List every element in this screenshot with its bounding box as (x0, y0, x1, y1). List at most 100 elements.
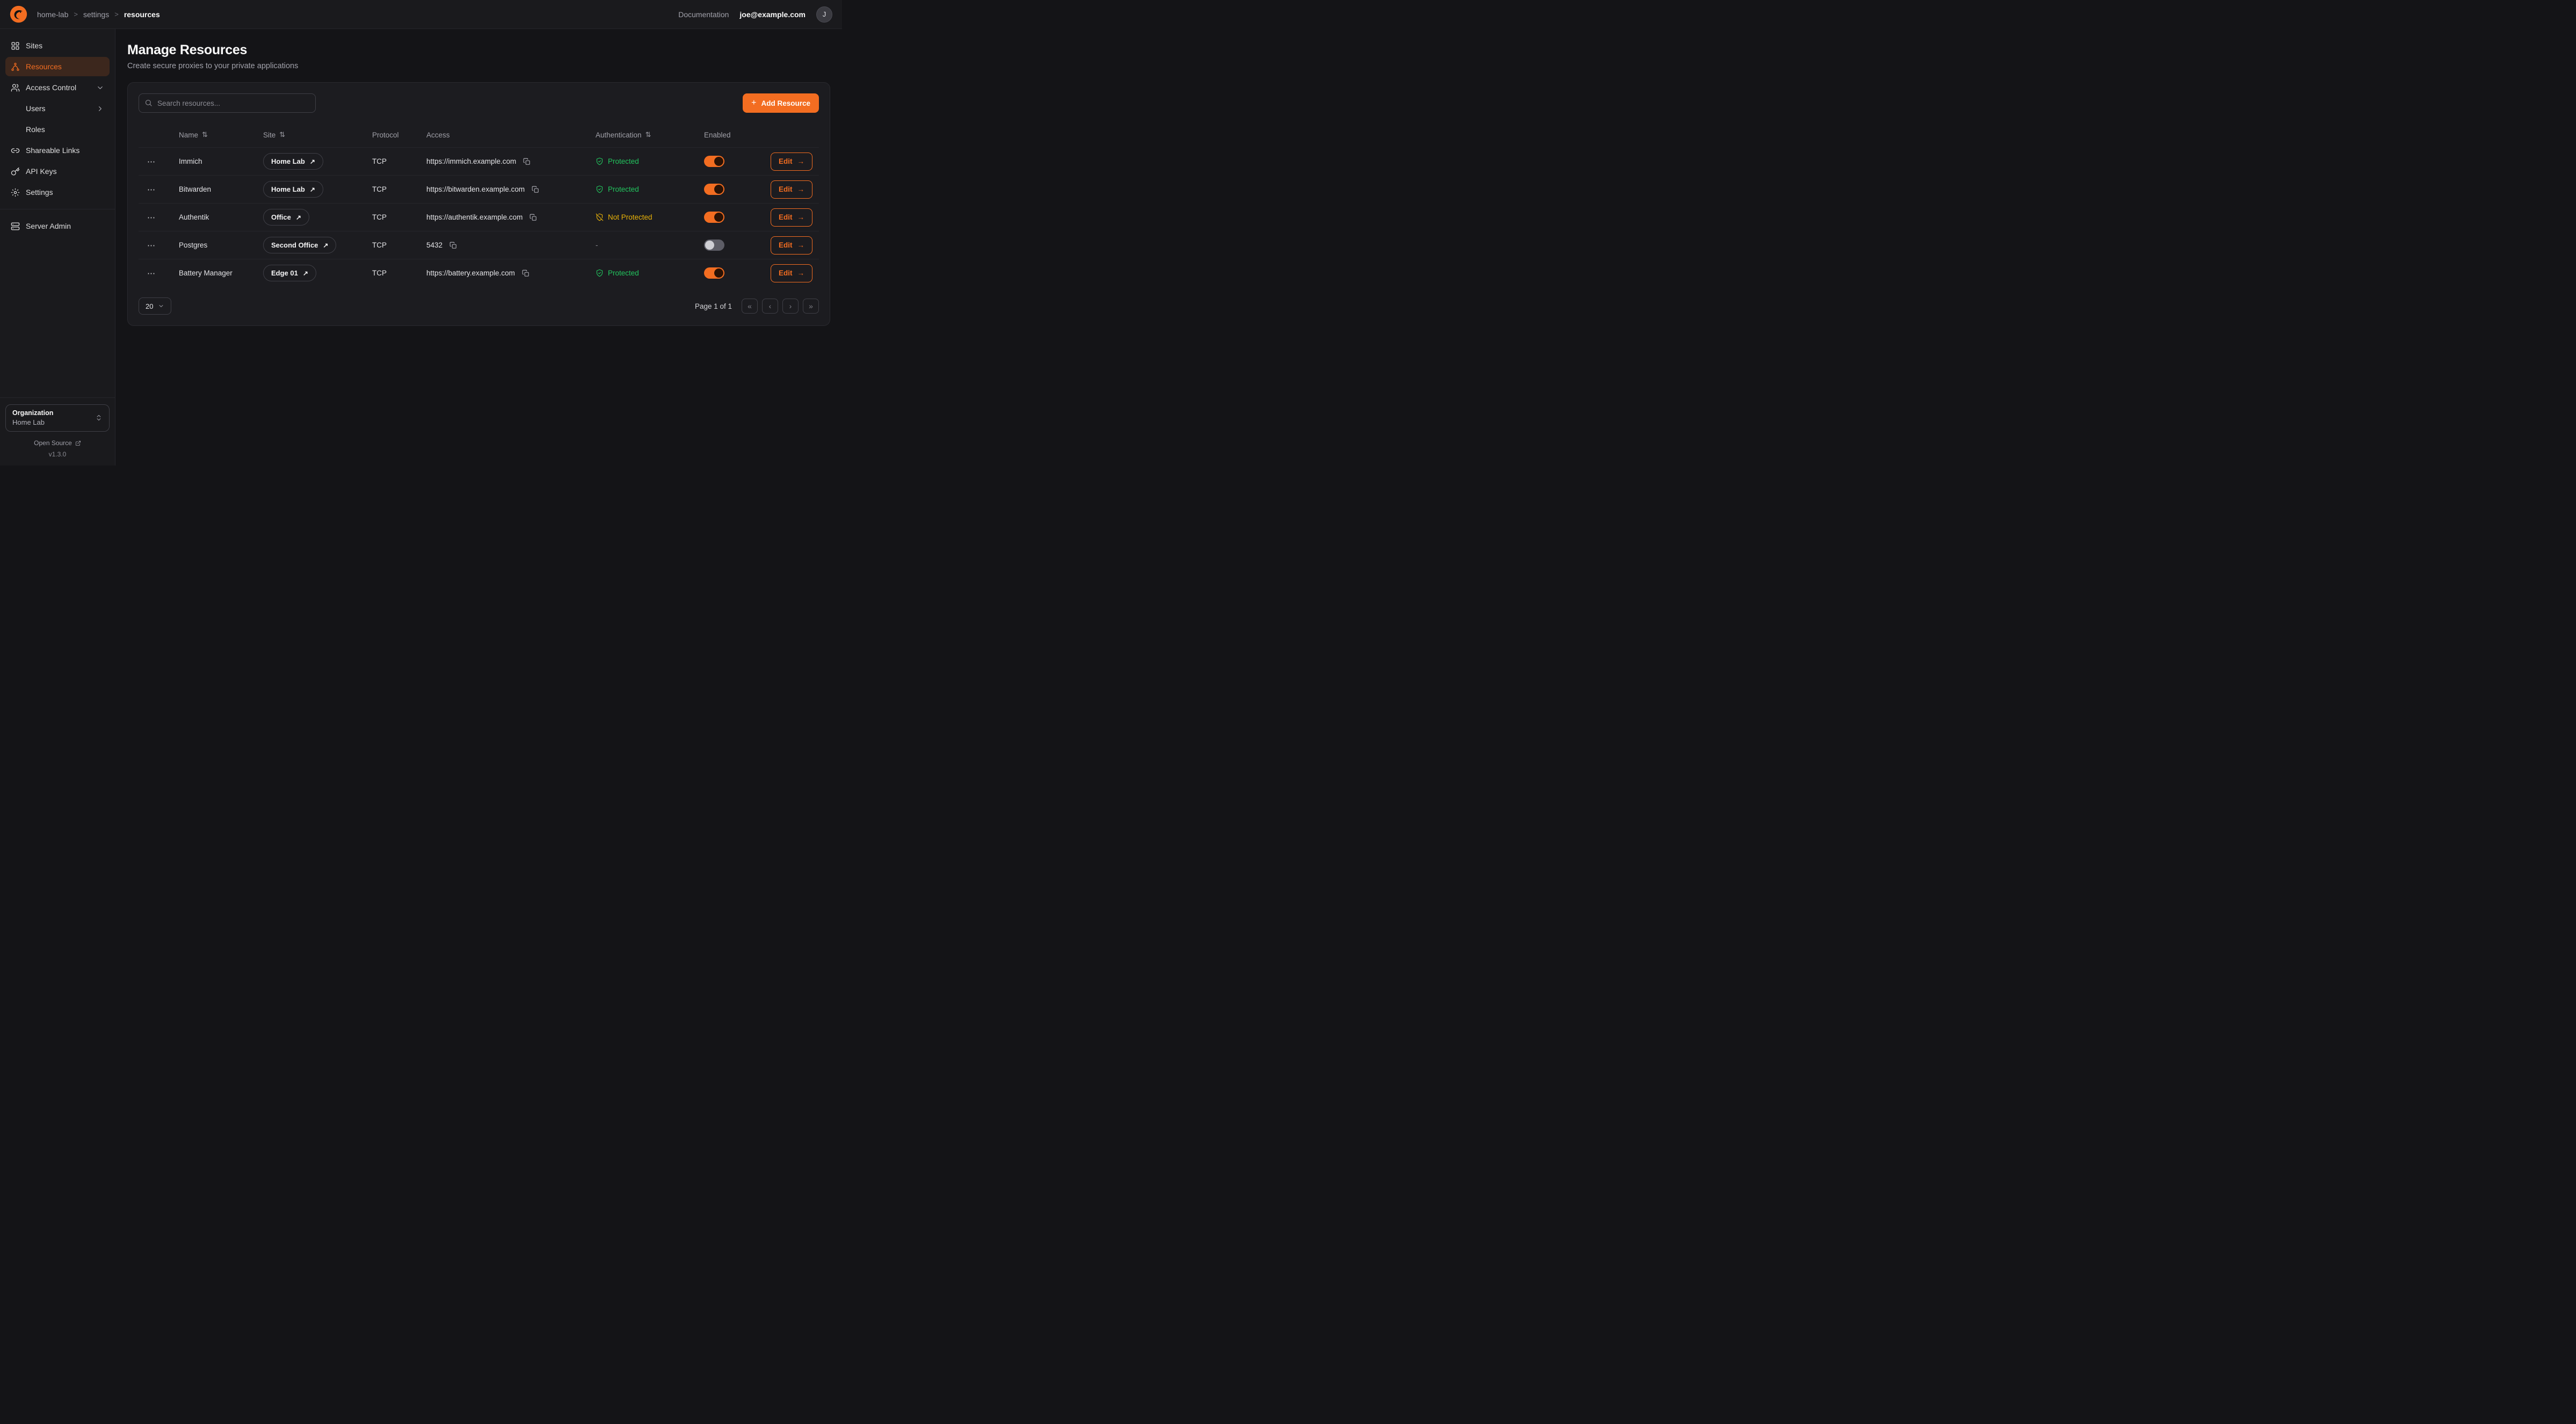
site-link[interactable]: Office↗ (263, 209, 309, 226)
edit-button[interactable]: Edit→ (771, 152, 812, 171)
page-title: Manage Resources (127, 42, 830, 58)
organization-name: Home Lab (12, 418, 53, 427)
sidebar-item-label: Access Control (26, 83, 76, 92)
documentation-link[interactable]: Documentation (678, 10, 729, 19)
breadcrumb: home-lab > settings > resources (37, 10, 160, 19)
row-menu-button[interactable]: ⋯ (139, 266, 160, 280)
table-row: ⋯ Immich Home Lab↗ TCP https://immich.ex… (139, 147, 819, 175)
app-logo[interactable] (10, 5, 27, 23)
previous-page-button[interactable]: ‹ (762, 299, 778, 314)
sort-icon: ⇅ (279, 130, 285, 139)
site-link[interactable]: Edge 01↗ (263, 265, 316, 281)
row-menu-button[interactable]: ⋯ (139, 238, 160, 252)
resource-name: Authentik (179, 213, 263, 221)
access-url: https://immich.example.com (426, 157, 516, 165)
header-site[interactable]: Site ⇅ (263, 130, 372, 139)
sidebar: Sites Resources Access Control (0, 29, 115, 466)
site-link[interactable]: Home Lab↗ (263, 181, 323, 198)
external-link-icon: ↗ (296, 214, 301, 221)
header-enabled: Enabled (704, 131, 777, 139)
header-authentication[interactable]: Authentication ⇅ (596, 130, 704, 139)
page-subtitle: Create secure proxies to your private ap… (127, 62, 830, 70)
breadcrumb-separator: > (114, 10, 119, 18)
search-input[interactable] (139, 93, 316, 113)
arrow-right-icon: → (797, 213, 805, 221)
sidebar-item-sites[interactable]: Sites (5, 36, 110, 55)
access-url: https://authentik.example.com (426, 213, 523, 221)
sort-icon: ⇅ (202, 130, 208, 139)
organization-selector[interactable]: Organization Home Lab (5, 404, 110, 432)
breadcrumb-resources[interactable]: resources (124, 10, 160, 19)
auth-status: Not Protected (596, 213, 704, 221)
table-row: ⋯ Authentik Office↗ TCP https://authenti… (139, 203, 819, 231)
enabled-toggle[interactable] (704, 239, 724, 251)
user-email[interactable]: joe@example.com (739, 10, 806, 19)
protocol: TCP (372, 213, 426, 221)
row-menu-button[interactable]: ⋯ (139, 210, 160, 224)
breadcrumb-home-lab[interactable]: home-lab (37, 10, 68, 19)
grid-icon (11, 41, 20, 50)
topbar: home-lab > settings > resources Document… (0, 0, 842, 29)
auth-status: Protected (596, 269, 704, 277)
copy-icon[interactable] (448, 241, 458, 250)
key-icon (11, 167, 20, 176)
enabled-toggle[interactable] (704, 212, 724, 223)
table-header: Name ⇅ Site ⇅ Protocol Access Authentica (139, 122, 819, 147)
pagination: 20 Page 1 of 1 « ‹ › » (139, 297, 819, 315)
auth-status: Protected (596, 157, 704, 165)
copy-icon[interactable] (521, 268, 531, 278)
enabled-toggle[interactable] (704, 267, 724, 279)
copy-icon[interactable] (522, 157, 532, 166)
shield-check-icon (596, 157, 604, 165)
last-page-button[interactable]: » (803, 299, 819, 314)
sidebar-item-resources[interactable]: Resources (5, 57, 110, 76)
table-row: ⋯ Postgres Second Office↗ TCP 5432 - Edi… (139, 231, 819, 259)
add-resource-label: Add Resource (761, 99, 810, 107)
site-link[interactable]: Second Office↗ (263, 237, 336, 253)
sidebar-item-settings[interactable]: Settings (5, 183, 110, 202)
sidebar-item-shareable-links[interactable]: Shareable Links (5, 141, 110, 160)
header-protocol: Protocol (372, 131, 426, 139)
next-page-button[interactable]: › (782, 299, 799, 314)
sort-icon: ⇅ (645, 130, 651, 139)
header-name[interactable]: Name ⇅ (179, 130, 263, 139)
chevron-down-icon (158, 303, 164, 309)
enabled-toggle[interactable] (704, 156, 724, 167)
arrow-right-icon: → (797, 269, 805, 277)
sidebar-item-roles[interactable]: Roles (5, 120, 110, 139)
app-root: home-lab > settings > resources Document… (0, 0, 842, 466)
chevrons-left-icon: « (748, 302, 752, 310)
resource-name: Immich (179, 157, 263, 165)
sidebar-item-api-keys[interactable]: API Keys (5, 162, 110, 181)
edit-button[interactable]: Edit→ (771, 264, 812, 282)
page-size-select[interactable]: 20 (139, 297, 171, 315)
shield-check-icon (596, 269, 604, 277)
avatar[interactable]: J (816, 6, 832, 23)
sidebar-item-users[interactable]: Users (5, 99, 110, 118)
copy-icon[interactable] (531, 185, 540, 194)
sidebar-item-label: Users (26, 104, 46, 113)
enabled-toggle[interactable] (704, 184, 724, 195)
shield-off-icon (596, 213, 604, 221)
site-link[interactable]: Home Lab↗ (263, 153, 323, 170)
edit-button[interactable]: Edit→ (771, 208, 812, 227)
sidebar-item-label: Resources (26, 62, 62, 71)
sidebar-nav: Sites Resources Access Control (0, 29, 115, 397)
edit-button[interactable]: Edit→ (771, 180, 812, 199)
sidebar-item-access-control[interactable]: Access Control (5, 78, 110, 97)
waypoints-icon (11, 62, 20, 71)
add-resource-button[interactable]: + Add Resource (743, 93, 819, 113)
first-page-button[interactable]: « (742, 299, 758, 314)
access-url: https://battery.example.com (426, 269, 515, 277)
arrow-right-icon: → (797, 157, 805, 165)
edit-button[interactable]: Edit→ (771, 236, 812, 255)
sidebar-item-label: Roles (26, 125, 45, 134)
open-source-link[interactable]: Open Source (5, 439, 110, 447)
row-menu-button[interactable]: ⋯ (139, 183, 160, 197)
breadcrumb-settings[interactable]: settings (83, 10, 109, 19)
row-menu-button[interactable]: ⋯ (139, 155, 160, 169)
sidebar-item-label: Settings (26, 188, 53, 197)
sidebar-item-label: API Keys (26, 167, 57, 176)
sidebar-item-server-admin[interactable]: Server Admin (5, 216, 110, 236)
copy-icon[interactable] (528, 213, 538, 222)
